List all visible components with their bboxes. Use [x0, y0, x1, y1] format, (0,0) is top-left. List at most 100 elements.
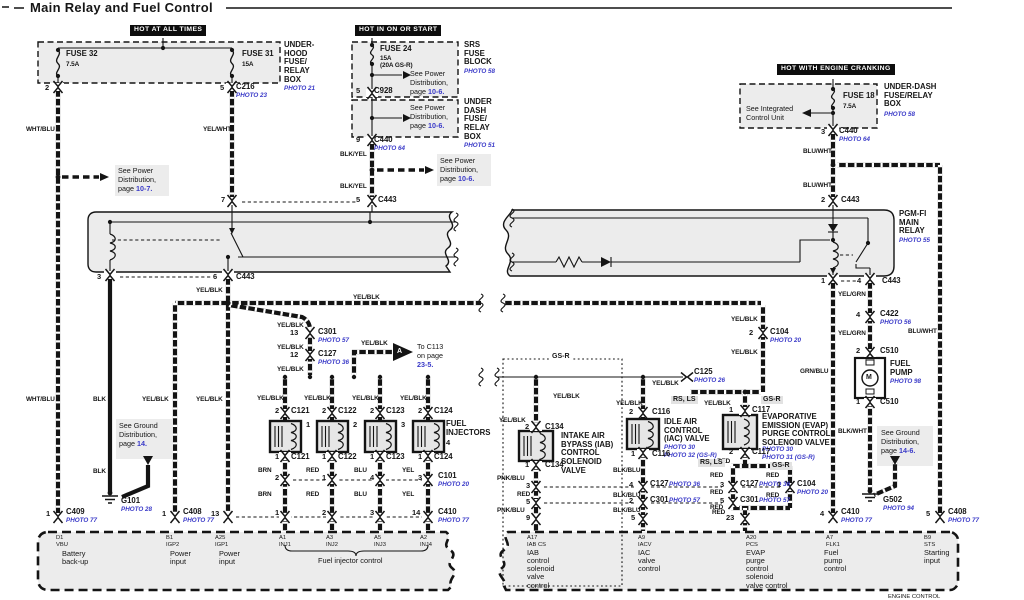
ground-g502-photo: PHOTO 94 — [883, 505, 914, 512]
ecm-a9: A9 IACV — [638, 535, 652, 549]
pin-2-c443: 2 — [821, 196, 825, 204]
wire-blkblu-3: BLK/BLU — [613, 507, 640, 514]
pin-5-c443-top: 5 — [356, 196, 360, 204]
conn-c127-c-photo: PHOTO 36 — [759, 481, 790, 488]
wire-blk-2: BLK — [93, 468, 106, 475]
conn-c510-bot: C510 — [880, 398, 899, 407]
rs-ls-label-2: RS, LS — [698, 459, 725, 467]
conn-c116-top: C116 — [652, 408, 670, 417]
wire-yelblk-inj2: YEL/BLK — [304, 395, 331, 402]
ecm-a1: A1 INJ1 — [279, 535, 291, 549]
see-ground-1a: See Ground — [119, 422, 158, 430]
pin-2-c123: 2 — [370, 407, 374, 415]
pin-5-fuse31: 5 — [220, 84, 224, 92]
wire-yelblk-4: YEL/BLK — [277, 366, 304, 373]
pin-4-c410: 4 — [820, 510, 824, 518]
conn-c510-top: C510 — [880, 347, 899, 356]
pin-2-c122: 2 — [322, 407, 326, 415]
wire-pnkblu-2: PNK/BLU — [497, 507, 525, 514]
banner-hot-engine-cranking: HOT WITH ENGINE CRANKING — [777, 64, 895, 75]
see-icu-2: Control Unit — [746, 114, 784, 122]
pin-3-c410: 3 — [370, 509, 374, 517]
wire-yelblk-c104b: YEL/BLK — [731, 349, 758, 356]
conn-c410: C410 — [438, 508, 457, 517]
wire-yelblk-5: YEL/BLK — [361, 340, 388, 347]
conn-c125-photo: PHOTO 26 — [694, 377, 725, 384]
conn-c122-top: C122 — [338, 407, 357, 416]
wire-red-evap5: RED — [766, 492, 779, 499]
wire-brn-2: BRN — [258, 491, 272, 498]
wire-yelblk-inj4: YEL/BLK — [400, 395, 427, 402]
conn-c116-bot: C116 — [652, 450, 670, 459]
ecm-b9: B9 STS — [924, 535, 935, 549]
conn-c422-photo: PHOTO 56 — [880, 319, 911, 326]
conn-c301-a: C301 — [318, 328, 337, 337]
ecm-a20-name: EVAP purge control solenoid valve contro… — [746, 549, 788, 590]
rs-ls-label-1: RS, LS — [671, 396, 698, 404]
pin-23-evap: 23 — [726, 514, 734, 522]
gsr-label-2: GS-R — [761, 396, 783, 404]
pin-3-iab: 3 — [526, 482, 530, 490]
ecm-a9-name: IAC valve control — [638, 549, 660, 573]
see-power-4-page: 10-6. — [458, 175, 474, 183]
pin-14-c410: 14 — [412, 509, 420, 517]
ecm-caption: ENGINE CONTROL — [888, 594, 940, 600]
conn-c409: C409 — [66, 508, 85, 517]
ecm-b1-name: Power input — [170, 550, 191, 566]
see-ground-2a: See Ground — [881, 429, 920, 437]
wire-pnkblu-1: PNK/BLU — [497, 475, 525, 482]
conn-c104-b: C104 — [797, 480, 816, 489]
labels-layer: Main Relay and Fuel ControlHOT AT ALL TI… — [0, 0, 1024, 600]
wire-yelblk-6: YEL/BLK — [142, 396, 169, 403]
wire-red-evap1: RED — [710, 472, 723, 479]
pin-1-c101: 1 — [322, 474, 326, 482]
conn-c124-bot: C124 — [434, 453, 453, 462]
see-power-3b: Distribution, — [410, 113, 448, 121]
conn-c121-top: C121 — [291, 407, 310, 416]
conn-c117-bot: C117 — [752, 448, 770, 457]
pin-1-c134: 1 — [525, 461, 529, 469]
see-ground-1b: Distribution, — [119, 431, 157, 439]
underhood-box-label: UNDER- HOOD FUSE/ RELAY BOX — [284, 41, 314, 85]
to-c113-1: To C113 — [417, 343, 443, 351]
fuel-injectors-label: FUEL INJECTORS — [446, 420, 490, 437]
injector1-num: 1 — [306, 421, 310, 429]
wire-yelblk-inj1: YEL/BLK — [257, 395, 284, 402]
see-ground-1c: page — [119, 440, 135, 448]
fuse24-name: FUSE 24 — [380, 45, 412, 54]
wire-bluwht-2: BLU/WHT — [803, 182, 832, 189]
ecm-a20: A20 PCS — [746, 535, 758, 549]
pin-2-fuse32: 2 — [45, 84, 49, 92]
conn-c408-a-photo: PHOTO 77 — [183, 517, 214, 524]
gsr-label-3: GS-R — [770, 462, 792, 470]
pin-5-c928: 5 — [356, 87, 360, 95]
conn-c422: C422 — [880, 310, 899, 319]
conn-c409-photo: PHOTO 77 — [66, 517, 97, 524]
pin-1-c123: 1 — [370, 453, 374, 461]
conn-c440-b-photo: PHOTO 64 — [839, 136, 870, 143]
conn-c127-a: C127 — [318, 350, 337, 359]
see-power-2-page: 10-6. — [428, 88, 444, 96]
wire-yel-1: YEL — [402, 467, 414, 474]
conn-c440-a-photo: PHOTO 64 — [374, 145, 405, 152]
wire-yelblk-evap: YEL/BLK — [704, 400, 731, 407]
underdash-box-label: UNDER DASH FUSE/ RELAY BOX — [464, 98, 492, 142]
pin-1-relay: 1 — [821, 277, 825, 285]
wire-yelblk-1: YEL/BLK — [196, 287, 223, 294]
iab-valve-label: INTAKE AIR BYPASS (IAB) CONTROL SOLENOID… — [561, 432, 613, 476]
ground-g101: G101 — [121, 497, 140, 506]
fuse31-name: FUSE 31 — [242, 50, 274, 59]
pin-1-c510: 1 — [856, 398, 860, 406]
ecm-a25: A25 IGP1 — [215, 535, 228, 549]
fuse31-amps: 15A — [242, 61, 253, 68]
conn-c104-b-photo: PHOTO 20 — [797, 489, 828, 496]
wire-blkyel-2: BLK/YEL — [340, 183, 367, 190]
see-ground-2b: Distribution, — [881, 438, 919, 446]
pin-1-c117: 1 — [729, 406, 733, 414]
conn-c127-c: C127 — [740, 480, 759, 489]
wire-yelblk-7: YEL/BLK — [196, 396, 223, 403]
pin-4-c127: 4 — [629, 481, 633, 489]
conn-c124-top: C124 — [434, 407, 453, 416]
pin-6-relay: 6 — [213, 273, 217, 281]
wire-yel-2: YEL — [402, 491, 414, 498]
